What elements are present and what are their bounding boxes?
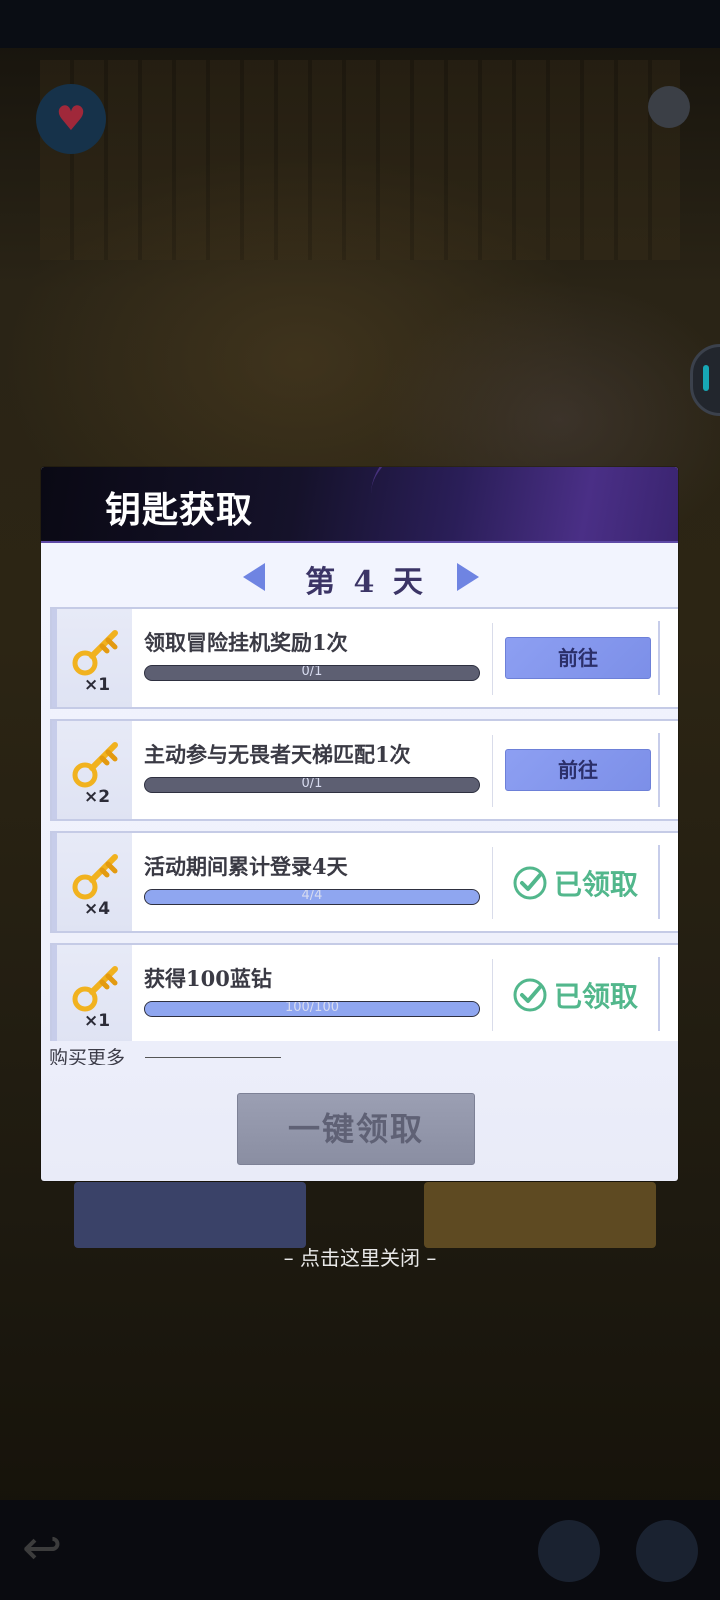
header-decoration (371, 467, 678, 541)
claimed-label: 已领取 (554, 868, 639, 901)
row-edge (658, 957, 660, 1031)
key-acquire-dialog: 钥匙获取 第 4 天 ×1 领取冒险挂机奖励1次 0/1 前往 ×2 主动参与无… (41, 467, 678, 1181)
reward-cell: ×4 (52, 833, 132, 931)
task-title: 主动参与无畏者天梯匹配1次 (144, 742, 411, 767)
key-icon (72, 742, 118, 788)
progress-bar: 4/4 (144, 889, 480, 905)
reward-cell: ×1 (52, 945, 132, 1041)
day-navigator: 第 4 天 (41, 557, 678, 601)
divider (492, 847, 493, 919)
task-row: ×1 获得100蓝钻 100/100 已领取 (50, 943, 678, 1041)
key-icon (72, 854, 118, 900)
key-icon (72, 630, 118, 676)
progress-text: 100/100 (284, 1001, 339, 1015)
divider (492, 959, 493, 1031)
progress-bar: 0/1 (144, 665, 480, 681)
back-arrow-icon: ↩ (22, 1520, 63, 1576)
go-button[interactable]: 前往 (505, 749, 651, 791)
check-circle-icon (513, 978, 547, 1012)
task-row: ×2 主动参与无畏者天梯匹配1次 0/1 前往 (50, 719, 678, 821)
arrow-left-icon[interactable] (243, 563, 265, 591)
background-bookshelf (40, 60, 680, 260)
progress-text: 0/1 (301, 665, 323, 679)
divider (492, 623, 493, 695)
buy-more-label: 购买更多 (49, 1047, 126, 1065)
claimed-status: 已领取 (512, 863, 638, 903)
progress-bar: 0/1 (144, 777, 480, 793)
divider (492, 735, 493, 807)
background-button-right (424, 1182, 656, 1248)
background-button-left (74, 1182, 306, 1248)
close-hint[interactable]: – 点击这里关闭 – (0, 1242, 720, 1271)
heart-icon: ♥ (36, 84, 106, 154)
task-title: 获得100蓝钻 (144, 966, 272, 991)
day-label: 第 4 天 (305, 565, 427, 600)
progress-bar: 100/100 (144, 1001, 480, 1017)
reward-cell: ×1 (52, 609, 132, 707)
row-edge (658, 845, 660, 919)
claim-all-button[interactable]: 一键领取 (237, 1093, 475, 1165)
task-title: 领取冒险挂机奖励1次 (144, 630, 348, 655)
task-list[interactable]: ×1 领取冒险挂机奖励1次 0/1 前往 ×2 主动参与无畏者天梯匹配1次 0/… (50, 607, 678, 1041)
bottom-icon-2 (636, 1520, 698, 1582)
progress-text: 0/1 (301, 777, 323, 791)
task-row: ×4 活动期间累计登录4天 4/4 已领取 (50, 831, 678, 933)
gear-icon (648, 86, 690, 128)
row-edge (658, 621, 660, 695)
claimed-label: 已领取 (554, 980, 639, 1013)
bottom-icon-1 (538, 1520, 600, 1582)
bottom-bar (0, 1500, 720, 1600)
arrow-right-icon[interactable] (457, 563, 479, 591)
claimed-status: 已领取 (512, 975, 638, 1015)
row-edge (658, 733, 660, 807)
reward-count: ×1 (83, 675, 111, 695)
progress-text: 4/4 (301, 889, 323, 903)
dialog-header: 钥匙获取 (41, 467, 678, 543)
check-circle-icon (513, 866, 547, 900)
side-tab-button (690, 344, 720, 416)
reward-count: ×1 (83, 1011, 111, 1031)
heart-label (32, 164, 112, 186)
reward-count: ×2 (83, 787, 111, 807)
reward-cell: ×2 (52, 721, 132, 819)
reward-count: ×4 (83, 899, 111, 919)
task-title: 活动期间累计登录4天 (144, 854, 348, 879)
task-row: ×1 领取冒险挂机奖励1次 0/1 前往 (50, 607, 678, 709)
buy-more-divider (145, 1057, 281, 1058)
key-icon (72, 966, 118, 1012)
status-bar (0, 0, 720, 48)
go-button[interactable]: 前往 (505, 637, 651, 679)
dialog-title: 钥匙获取 (105, 489, 254, 531)
